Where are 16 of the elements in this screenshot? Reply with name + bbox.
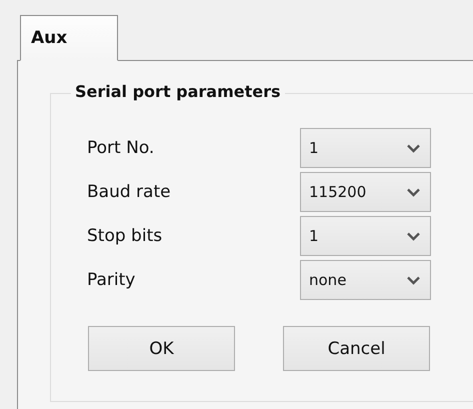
- dropdown[interactable]: none: [300, 260, 431, 300]
- chevron-down-icon: [407, 188, 420, 196]
- tab[interactable]: Aux: [20, 15, 118, 61]
- field-label: Stop bits: [87, 226, 164, 246]
- field-label: Parity: [87, 270, 136, 290]
- field-label: Port No.: [87, 138, 156, 158]
- dropdown[interactable]: 1: [300, 128, 431, 168]
- dropdown[interactable]: 115200: [300, 172, 431, 212]
- chevron-down-icon: [407, 276, 420, 284]
- chevron-down-icon: [407, 144, 420, 152]
- field-label: Baud rate: [87, 182, 172, 202]
- chevron-down-icon: [407, 232, 420, 240]
- group-title: Serial port parameters: [71, 82, 285, 101]
- dropdown[interactable]: 1: [300, 216, 431, 256]
- cancel-button[interactable]: Cancel: [283, 326, 430, 371]
- ok-button[interactable]: OK: [88, 326, 235, 371]
